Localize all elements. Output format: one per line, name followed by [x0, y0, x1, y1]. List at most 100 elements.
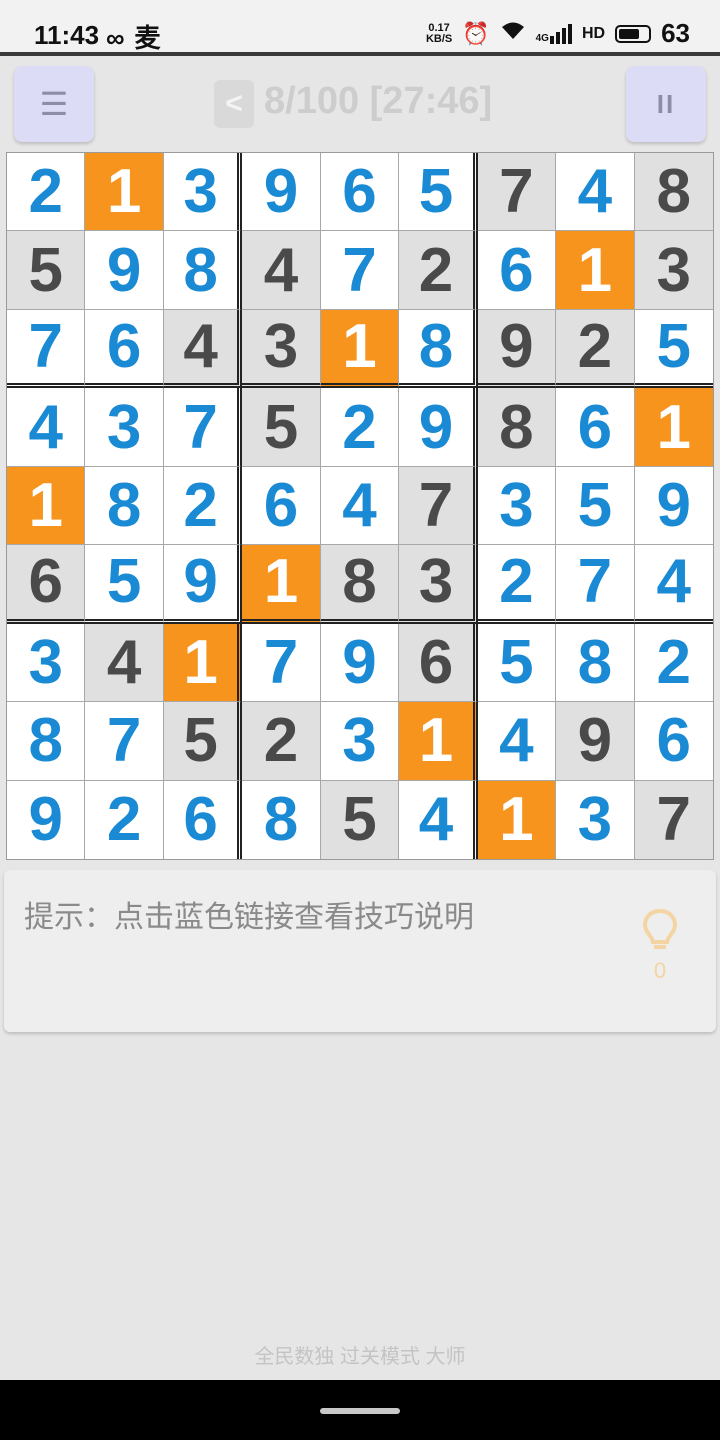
- sudoku-cell-r3c4[interactable]: 3: [242, 309, 321, 389]
- sudoku-cell-r8c8[interactable]: 9: [556, 702, 635, 781]
- hint-count: 0: [653, 958, 667, 983]
- sudoku-cell-r7c9[interactable]: 2: [634, 623, 713, 703]
- sudoku-cell-r7c7[interactable]: 5: [477, 623, 557, 703]
- menu-list-icon: ☰: [39, 86, 69, 122]
- sudoku-cell-r5c8[interactable]: 5: [556, 466, 635, 546]
- footer-mode-label: 全民数独 过关模式 大师: [254, 1346, 466, 1368]
- sudoku-cell-r5c9[interactable]: 9: [634, 466, 713, 546]
- sudoku-cell-r5c1[interactable]: 1: [7, 466, 86, 546]
- sudoku-cell-r3c9[interactable]: 5: [634, 309, 713, 389]
- speed-unit: KB/S: [425, 32, 453, 45]
- sudoku-cell-r8c7[interactable]: 4: [477, 702, 557, 781]
- sudoku-cell-r5c4[interactable]: 6: [242, 466, 321, 546]
- sudoku-cell-r7c2[interactable]: 4: [85, 623, 164, 703]
- back-button[interactable]: <: [214, 80, 254, 128]
- menu-button[interactable]: ☰: [14, 66, 94, 142]
- sudoku-cell-r3c3[interactable]: 4: [163, 309, 243, 389]
- sudoku-cell-r4c2[interactable]: 3: [85, 388, 164, 467]
- sudoku-cell-r2c7[interactable]: 6: [477, 231, 557, 310]
- speed-value: 0.17: [428, 21, 450, 34]
- sudoku-cell-r6c9[interactable]: 4: [634, 545, 713, 624]
- sudoku-cell-r9c5[interactable]: 5: [320, 780, 400, 859]
- sudoku-cell-r5c5[interactable]: 4: [320, 466, 400, 546]
- status-time: 11:43: [34, 20, 100, 50]
- sudoku-cell-r5c7[interactable]: 3: [477, 466, 557, 546]
- sudoku-cell-r1c1[interactable]: 2: [7, 153, 86, 232]
- alarm-icon: ⏰: [462, 20, 490, 46]
- sudoku-cell-r8c6[interactable]: 1: [399, 702, 478, 781]
- status-right: 0.17 KB/S ⏰ 4G HD 63: [426, 18, 690, 49]
- sudoku-cell-r8c9[interactable]: 6: [634, 702, 713, 781]
- sudoku-cell-r3c7[interactable]: 9: [477, 309, 557, 389]
- sudoku-cell-r2c3[interactable]: 8: [163, 231, 243, 310]
- sudoku-cell-r6c5[interactable]: 8: [320, 545, 400, 624]
- sudoku-cell-r9c8[interactable]: 3: [556, 780, 635, 859]
- sudoku-cell-r7c6[interactable]: 6: [399, 623, 478, 703]
- sudoku-cell-r7c4[interactable]: 7: [242, 623, 321, 703]
- sudoku-cell-r5c6[interactable]: 7: [399, 466, 478, 546]
- sudoku-cell-r1c7[interactable]: 7: [477, 153, 557, 232]
- sudoku-cell-r6c6[interactable]: 3: [399, 545, 478, 624]
- sudoku-cell-r7c5[interactable]: 9: [320, 623, 400, 703]
- hd-voice-icon: HD: [581, 24, 606, 42]
- sudoku-cell-r3c6[interactable]: 8: [399, 309, 478, 389]
- pause-button[interactable]: II: [626, 66, 706, 142]
- sudoku-cell-r8c2[interactable]: 7: [85, 702, 164, 781]
- sudoku-cell-r2c9[interactable]: 3: [634, 231, 713, 310]
- sudoku-cell-r6c8[interactable]: 7: [556, 545, 635, 624]
- sudoku-cell-r9c6[interactable]: 4: [399, 780, 478, 859]
- sudoku-cell-r2c6[interactable]: 2: [399, 231, 478, 310]
- sudoku-cell-r3c5[interactable]: 1: [320, 309, 400, 389]
- sudoku-cell-r6c4[interactable]: 1: [242, 545, 321, 624]
- sudoku-cell-r3c2[interactable]: 6: [85, 309, 164, 389]
- sudoku-cell-r9c9[interactable]: 7: [634, 780, 713, 859]
- sudoku-cell-r8c3[interactable]: 5: [163, 702, 243, 781]
- sudoku-cell-r1c9[interactable]: 8: [634, 153, 713, 232]
- sudoku-cell-r7c8[interactable]: 8: [556, 623, 635, 703]
- sudoku-cell-r2c1[interactable]: 5: [7, 231, 86, 310]
- sudoku-cell-r1c2[interactable]: 1: [85, 153, 164, 232]
- sudoku-cell-r4c4[interactable]: 5: [242, 388, 321, 467]
- sudoku-cell-r3c8[interactable]: 2: [556, 309, 635, 389]
- sudoku-cell-r4c9[interactable]: 1: [634, 388, 713, 467]
- sudoku-cell-r6c7[interactable]: 2: [477, 545, 557, 624]
- sudoku-cell-r6c3[interactable]: 9: [163, 545, 243, 624]
- sudoku-cell-r9c7[interactable]: 1: [477, 780, 557, 859]
- sudoku-cell-r1c5[interactable]: 6: [320, 153, 400, 232]
- sudoku-cell-r9c2[interactable]: 2: [85, 780, 164, 859]
- home-gesture-handle[interactable]: [320, 1408, 400, 1414]
- sudoku-cell-r1c8[interactable]: 4: [556, 153, 635, 232]
- app-notification-icon: 麦: [134, 23, 161, 53]
- hint-panel: 提示：点击蓝色链接查看技巧说明 0: [4, 870, 716, 1032]
- pause-icon: II: [656, 88, 676, 119]
- sudoku-cell-r7c1[interactable]: 3: [7, 623, 86, 703]
- sudoku-cell-r2c8[interactable]: 1: [556, 231, 635, 310]
- sudoku-cell-r4c6[interactable]: 9: [399, 388, 478, 467]
- sudoku-cell-r4c8[interactable]: 6: [556, 388, 635, 467]
- sudoku-cell-r2c5[interactable]: 7: [320, 231, 400, 310]
- sudoku-cell-r6c2[interactable]: 5: [85, 545, 164, 624]
- sudoku-cell-r1c4[interactable]: 9: [242, 153, 321, 232]
- sudoku-cell-r8c1[interactable]: 8: [7, 702, 86, 781]
- sudoku-cell-r4c5[interactable]: 2: [320, 388, 400, 467]
- sudoku-cell-r7c3[interactable]: 1: [163, 623, 243, 703]
- sudoku-cell-r4c7[interactable]: 8: [477, 388, 557, 467]
- sudoku-cell-r3c1[interactable]: 7: [7, 309, 86, 389]
- sudoku-cell-r4c1[interactable]: 4: [7, 388, 86, 467]
- sudoku-cell-r8c5[interactable]: 3: [320, 702, 400, 781]
- sudoku-cell-r4c3[interactable]: 7: [163, 388, 243, 467]
- status-left-icons: ∞ 麦: [106, 18, 171, 55]
- sudoku-cell-r2c2[interactable]: 9: [85, 231, 164, 310]
- sudoku-cell-r9c1[interactable]: 9: [7, 780, 86, 859]
- sudoku-cell-r5c3[interactable]: 2: [163, 466, 243, 546]
- sudoku-cell-r6c1[interactable]: 6: [7, 545, 86, 624]
- sudoku-cell-r9c3[interactable]: 6: [163, 780, 243, 859]
- sudoku-cell-r1c6[interactable]: 5: [399, 153, 478, 232]
- sudoku-cell-r5c2[interactable]: 8: [85, 466, 164, 546]
- system-nav-bar: [0, 1380, 720, 1440]
- sudoku-cell-r1c3[interactable]: 3: [163, 153, 243, 232]
- sudoku-cell-r2c4[interactable]: 4: [242, 231, 321, 310]
- sudoku-cell-r9c4[interactable]: 8: [242, 780, 321, 859]
- sudoku-cell-r8c4[interactable]: 2: [242, 702, 321, 781]
- cell-signal-icon: 4G: [536, 23, 572, 44]
